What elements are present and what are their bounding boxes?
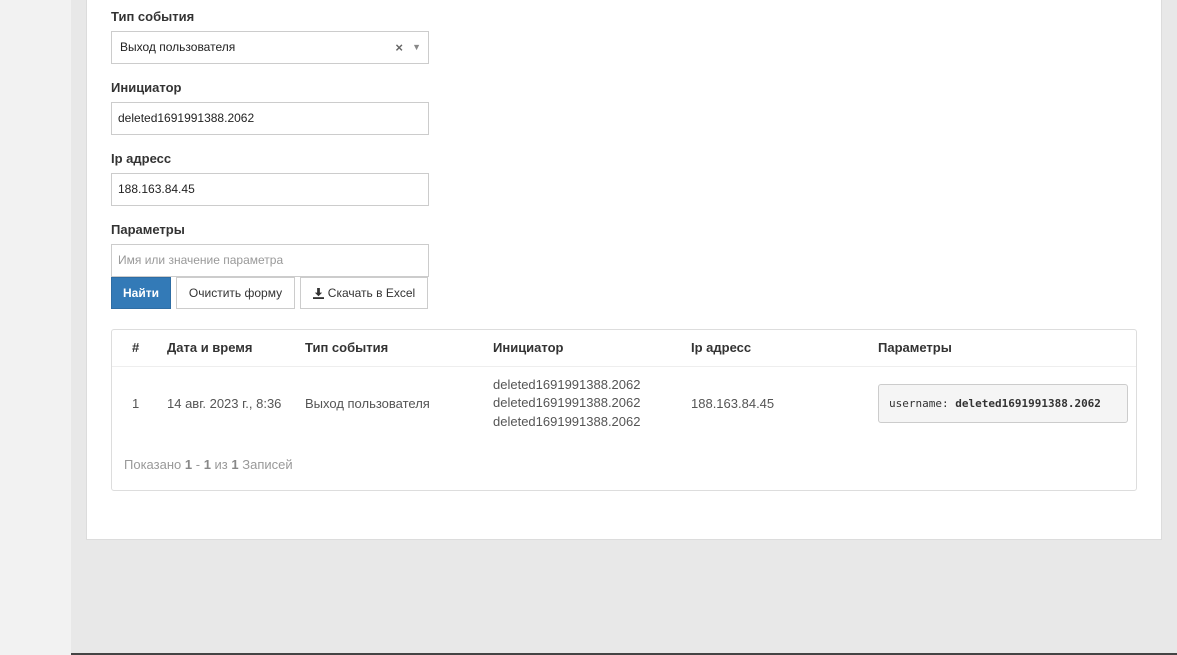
download-excel-button[interactable]: Скачать в Excel	[300, 277, 428, 309]
download-icon	[312, 287, 324, 299]
results-table-panel: # Дата и время Тип события Инициатор Ip …	[111, 329, 1137, 491]
initiator-line: deleted1691991388.2062	[493, 395, 641, 410]
table-row[interactable]: 1 14 авг. 2023 г., 8:36 Выход пользовате…	[112, 366, 1136, 440]
param-value: deleted1691991388.2062	[955, 396, 1101, 410]
clear-form-button[interactable]: Очистить форму	[176, 277, 295, 309]
summary-to: 1	[203, 457, 211, 472]
initiator-input[interactable]: deleted1691991388.2062	[111, 102, 429, 135]
initiator-line: deleted1691991388.2062	[493, 413, 641, 429]
header-number[interactable]: #	[112, 330, 167, 367]
initiator-label: Инициатор	[111, 80, 182, 95]
summary-dash: -	[195, 457, 201, 472]
header-initiator[interactable]: Инициатор	[493, 330, 691, 367]
results-table: # Дата и время Тип события Инициатор Ip …	[112, 330, 1136, 440]
summary-of: из	[214, 457, 228, 472]
header-ip-address[interactable]: Ip адресс	[691, 330, 878, 367]
parameters-label: Параметры	[111, 222, 185, 237]
event-type-select[interactable]: Выход пользователя × ▼	[111, 31, 429, 64]
table-header-row: # Дата и время Тип события Инициатор Ip …	[112, 330, 1136, 367]
left-strip	[0, 0, 71, 655]
filter-form: Тип события Выход пользователя × ▼ Иници…	[111, 8, 429, 292]
header-parameters[interactable]: Параметры	[878, 330, 1136, 367]
summary-from: 1	[184, 457, 193, 472]
param-key: username:	[889, 396, 949, 410]
parameters-input[interactable]: Имя или значение параметра	[111, 244, 429, 277]
cell-initiator: deleted1691991388.2062 deleted1691991388…	[493, 366, 691, 440]
pagination-summary: Показано 1 - 1 из 1 Записей	[124, 457, 293, 472]
event-type-label: Тип события	[111, 9, 195, 24]
cell-event-type: Выход пользователя	[305, 395, 430, 411]
summary-prefix: Показано	[124, 457, 182, 472]
header-event-type[interactable]: Тип события	[305, 330, 493, 367]
cell-datetime: 14 авг. 2023 г., 8:36	[167, 395, 282, 411]
ip-address-label: Ip адресс	[111, 151, 172, 166]
summary-suffix: Записей	[242, 457, 293, 472]
event-type-value: Выход пользователя	[120, 40, 236, 54]
download-excel-label: Скачать в Excel	[327, 286, 416, 300]
parameter-code-block: username: deleted1691991388.2062	[878, 383, 1128, 423]
find-button[interactable]: Найти	[111, 277, 171, 309]
cell-parameters: username: deleted1691991388.2062	[878, 366, 1136, 440]
header-datetime[interactable]: Дата и время	[167, 330, 305, 367]
form-buttons: Найти Очистить форму Скачать в Excel	[111, 277, 428, 309]
summary-total: 1	[231, 457, 239, 472]
caret-down-icon[interactable]: ▼	[412, 32, 421, 63]
ip-address-input[interactable]: 188.163.84.45	[111, 173, 429, 206]
cell-ip-address: 188.163.84.45	[691, 395, 775, 411]
close-icon[interactable]: ×	[395, 32, 403, 63]
initiator-line: deleted1691991388.2062	[493, 376, 641, 392]
cell-number: 1	[132, 395, 140, 411]
